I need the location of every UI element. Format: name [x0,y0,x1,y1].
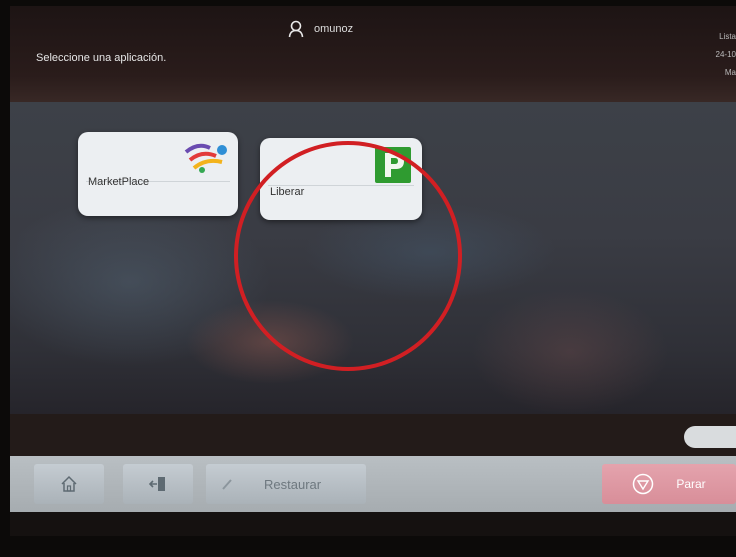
right-info: Lista 24-10 Ma [700,28,736,82]
home-icon [61,475,77,492]
logout-icon [148,477,165,491]
right-info-line: Ma [724,68,736,77]
panel-screen: omunoz Seleccione una aplicación. Lista … [10,6,736,536]
right-info-line: 24-10 [715,50,736,59]
app-tile-marketplace[interactable]: MarketPlace [78,132,238,216]
eraser-icon [222,479,232,490]
stop-label: Parar [676,477,706,491]
home-button[interactable] [34,464,104,504]
restore-label: Restaurar [264,476,322,492]
bottom-toolbar: Restaurar Parar [10,456,736,512]
highlight-circle [234,141,462,371]
right-info-line: Lista [719,32,736,41]
app-label: MarketPlace [88,176,150,188]
username: omunoz [314,23,354,35]
scroll-pill[interactable] [684,426,736,448]
wallpaper: MarketPlace Liberar [10,102,736,432]
screen-bottom-edge [10,512,736,536]
stop-button[interactable]: Parar [602,464,736,504]
stop-icon [633,473,654,495]
header: omunoz Seleccione una aplicación. Lista … [10,6,736,106]
user-info[interactable]: omunoz [288,20,353,38]
user-icon [288,20,304,38]
status-strip [10,414,736,456]
logout-button[interactable] [123,464,193,504]
select-app-prompt: Seleccione una aplicación. [36,52,167,64]
marketplace-icon [184,143,227,173]
restore-button[interactable]: Restaurar [206,464,366,504]
